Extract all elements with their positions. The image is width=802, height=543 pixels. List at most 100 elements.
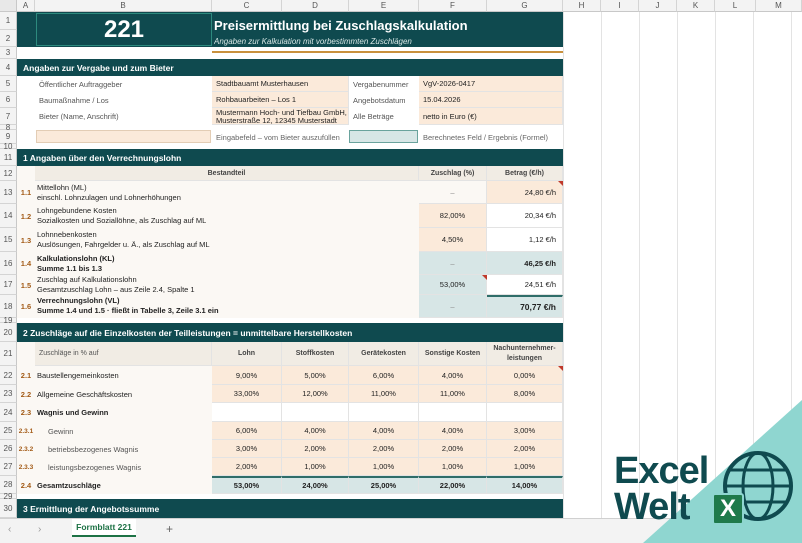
row-header-6[interactable]: 6: [0, 92, 17, 108]
project-label: Baumaßnahme / Los: [39, 95, 109, 105]
s2-value-cell[interactable]: 1,00%: [419, 458, 487, 476]
scroll-right-icon[interactable]: ›: [38, 524, 41, 535]
s2-value-cell[interactable]: 3,00%: [487, 422, 563, 440]
row-header-4[interactable]: 4: [0, 59, 17, 76]
row-header-11[interactable]: 11: [0, 149, 17, 166]
s2-value-cell[interactable]: 6,00%: [349, 366, 419, 385]
betrag-1-3[interactable]: 1,12 €/h: [487, 228, 563, 252]
zuschlag-1-5[interactable]: 53,00%: [419, 275, 487, 295]
s2-value-cell[interactable]: 22,00%: [419, 476, 487, 494]
form-number-cell[interactable]: 221: [36, 13, 212, 46]
col-header-c[interactable]: C: [212, 0, 282, 12]
row-header-21[interactable]: 21: [0, 342, 17, 366]
logo-text-excel: Excel: [614, 452, 709, 490]
betrag-1-2[interactable]: 20,34 €/h: [487, 204, 563, 228]
client-field[interactable]: Stadtbauamt Musterhausen: [212, 76, 349, 92]
s2-value-cell[interactable]: 2,00%: [487, 440, 563, 458]
bidder-field[interactable]: Mustermann Hoch- und Tiefbau GmbH, Muster…: [212, 108, 349, 125]
s2-value-cell[interactable]: 4,00%: [419, 366, 487, 385]
s2-value-cell[interactable]: [282, 403, 349, 422]
row-header-26[interactable]: 26: [0, 440, 17, 458]
s2-value-cell[interactable]: 53,00%: [212, 476, 282, 494]
s2-value-cell[interactable]: 24,00%: [282, 476, 349, 494]
s2-value-cell[interactable]: 9,00%: [212, 366, 282, 385]
row-header-14[interactable]: 14: [0, 204, 17, 228]
s2-value-cell[interactable]: [349, 403, 419, 422]
col-header-j[interactable]: J: [639, 0, 677, 12]
zuschlag-1-6[interactable]: –: [419, 295, 487, 318]
row-header-2[interactable]: 2: [0, 30, 17, 47]
s2-value-cell[interactable]: 14,00%: [487, 476, 563, 494]
row-header-20[interactable]: 20: [0, 323, 17, 342]
zuschlag-1-3[interactable]: 4,50%: [419, 228, 487, 252]
s2-value-cell[interactable]: 1,00%: [487, 458, 563, 476]
betrag-1-6[interactable]: 70,77 €/h: [487, 295, 563, 318]
s2-value-cell[interactable]: 2,00%: [419, 440, 487, 458]
col-header-k[interactable]: K: [677, 0, 715, 12]
col-header-a[interactable]: A: [17, 0, 35, 12]
zuschlag-1-2[interactable]: 82,00%: [419, 204, 487, 228]
row-header-16[interactable]: 16: [0, 252, 17, 275]
scroll-left-icon[interactable]: ‹: [8, 524, 11, 535]
col-header-b[interactable]: B: [35, 0, 212, 12]
betrag-1-4[interactable]: 46,25 €/h: [487, 252, 563, 275]
col-header-d[interactable]: D: [282, 0, 349, 12]
page-subtitle: Angaben zur Kalkulation mit vorbestimmte…: [214, 37, 412, 46]
row-header-30[interactable]: 30: [0, 499, 17, 518]
row-header-13[interactable]: 13: [0, 181, 17, 204]
sheet-tab-formblatt[interactable]: Formblatt 221: [72, 519, 136, 537]
s2-value-cell[interactable]: 0,00%: [487, 366, 563, 385]
s2-value-cell[interactable]: [212, 403, 282, 422]
col-header-g[interactable]: G: [487, 0, 563, 12]
row-header-1[interactable]: 1: [0, 12, 17, 30]
add-sheet-button[interactable]: +: [166, 522, 173, 536]
s2-value-cell[interactable]: 2,00%: [349, 440, 419, 458]
row-header-22[interactable]: 22: [0, 366, 17, 385]
col-header-m[interactable]: M: [756, 0, 802, 12]
s2-value-cell[interactable]: 5,00%: [282, 366, 349, 385]
s2-row-label: Baustellengemeinkosten: [37, 371, 119, 380]
betrag-1-1[interactable]: 24,80 €/h: [487, 181, 563, 204]
s2-value-cell[interactable]: 6,00%: [212, 422, 282, 440]
row-header-15[interactable]: 15: [0, 228, 17, 252]
project-field[interactable]: Rohbauarbeiten – Los 1: [212, 92, 349, 108]
row-header-12[interactable]: 12: [0, 166, 17, 181]
s2-value-cell[interactable]: 11,00%: [349, 385, 419, 403]
s2-value-cell[interactable]: 2,00%: [212, 458, 282, 476]
col-header-e[interactable]: E: [349, 0, 419, 12]
s2-value-cell[interactable]: [419, 403, 487, 422]
row-header-24[interactable]: 24: [0, 403, 17, 422]
row-header-25[interactable]: 25: [0, 422, 17, 440]
zuschlag-1-4[interactable]: –: [419, 252, 487, 275]
select-all-corner[interactable]: [0, 0, 17, 12]
s2-value-cell[interactable]: 11,00%: [419, 385, 487, 403]
col-header-h[interactable]: H: [563, 0, 601, 12]
s2-value-cell[interactable]: 4,00%: [349, 422, 419, 440]
s2-value-cell[interactable]: 12,00%: [282, 385, 349, 403]
row-header-17[interactable]: 17: [0, 275, 17, 295]
s2-value-cell[interactable]: 2,00%: [282, 440, 349, 458]
col-header-f[interactable]: F: [419, 0, 487, 12]
col-header-l[interactable]: L: [715, 0, 756, 12]
comment-indicator[interactable]: [558, 181, 563, 186]
vergabe-field[interactable]: VgV-2026-0417: [419, 76, 563, 92]
s2-value-cell[interactable]: 1,00%: [282, 458, 349, 476]
zuschlag-1-1[interactable]: –: [419, 181, 487, 204]
col-header-i[interactable]: I: [601, 0, 639, 12]
s2-value-cell[interactable]: 3,00%: [212, 440, 282, 458]
s2-value-cell[interactable]: 1,00%: [349, 458, 419, 476]
s2-value-cell[interactable]: [487, 403, 563, 422]
row-header-27[interactable]: 27: [0, 458, 17, 476]
row-header-5[interactable]: 5: [0, 76, 17, 92]
comment-indicator[interactable]: [558, 366, 563, 371]
s2-value-cell[interactable]: 8,00%: [487, 385, 563, 403]
s2-value-cell[interactable]: 4,00%: [282, 422, 349, 440]
s2-value-cell[interactable]: 33,00%: [212, 385, 282, 403]
date-field[interactable]: 15.04.2026: [419, 92, 563, 108]
s2-value-cell[interactable]: 4,00%: [419, 422, 487, 440]
row-header-23[interactable]: 23: [0, 385, 17, 403]
row-header-3[interactable]: 3: [0, 47, 17, 59]
s2-value-cell[interactable]: 25,00%: [349, 476, 419, 494]
amount-field[interactable]: netto in Euro (€): [419, 108, 563, 125]
betrag-1-5[interactable]: 24,51 €/h: [487, 275, 563, 295]
